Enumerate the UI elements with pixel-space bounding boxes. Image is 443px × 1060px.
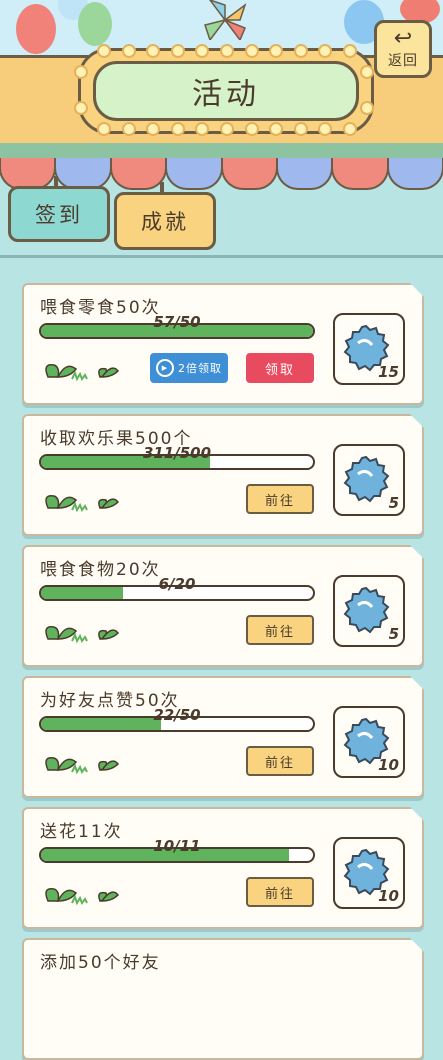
marquee-bulb xyxy=(360,101,374,115)
marquee-bulb xyxy=(269,122,284,136)
back-arrow-icon: ↩ xyxy=(393,26,413,51)
progress-text: 311/500 xyxy=(142,444,212,462)
go-button[interactable]: 前往 xyxy=(246,746,314,776)
reward-box: 15 xyxy=(333,313,405,385)
marquee-bulb xyxy=(360,65,374,79)
claim-button[interactable]: 领取 xyxy=(246,353,314,383)
progress-text: 10/11 xyxy=(153,837,201,855)
marquee-bulb xyxy=(343,44,357,58)
title-sign: 活动 xyxy=(74,44,374,136)
bottle-cap-icon xyxy=(343,455,390,503)
back-button[interactable]: ↩ 返回 xyxy=(374,20,432,78)
reward-box: 10 xyxy=(333,706,405,778)
task-board: 喂食零食50次 57/50 ▶ 2倍领取 领取 15 收取欢乐果500个 311… xyxy=(0,255,443,1060)
marquee-bulb xyxy=(170,122,185,136)
reward-box: 5 xyxy=(333,444,405,516)
play-video-icon: ▶ xyxy=(156,359,174,377)
reward-box: 10 xyxy=(333,837,405,909)
marquee-bulb xyxy=(146,44,161,58)
marquee-bulb xyxy=(244,122,259,136)
progress-text: 57/50 xyxy=(153,313,201,331)
double-claim-button[interactable]: ▶ 2倍领取 xyxy=(150,353,228,383)
reward-quantity: 10 xyxy=(378,756,399,774)
marquee-bulb xyxy=(195,122,210,136)
marquee-bulb xyxy=(170,44,185,58)
sprout-icon xyxy=(45,495,119,513)
reward-quantity: 5 xyxy=(388,625,399,643)
task-card: 喂食食物20次 6/20 前往 5 xyxy=(22,545,424,667)
marquee-bulb xyxy=(121,44,136,58)
progress-text: 22/50 xyxy=(153,706,201,724)
reward-quantity: 15 xyxy=(378,363,399,381)
marquee-bulb xyxy=(293,122,308,136)
balloon-decoration xyxy=(16,4,56,54)
marquee-bulb xyxy=(269,44,284,58)
marquee-bulb xyxy=(220,122,234,136)
marquee-bulb xyxy=(195,44,210,58)
reward-quantity: 10 xyxy=(378,887,399,905)
marquee-bulb xyxy=(146,122,161,136)
task-card: 收取欢乐果500个 311/500 前往 5 xyxy=(22,414,424,536)
marquee-bulb xyxy=(97,122,111,136)
sprout-icon xyxy=(45,888,119,906)
task-card: 添加50个好友 xyxy=(22,938,424,1060)
reward-quantity: 5 xyxy=(388,494,399,512)
sprout-icon xyxy=(45,364,119,382)
tab-achievements[interactable]: 成就 xyxy=(114,192,216,250)
bottle-cap-icon xyxy=(343,586,390,634)
marquee-bulb xyxy=(318,44,333,58)
go-button[interactable]: 前往 xyxy=(246,484,314,514)
marquee-bulb xyxy=(220,44,234,58)
task-card: 送花11次 10/11 前往 10 xyxy=(22,807,424,929)
progress-text: 6/20 xyxy=(158,575,196,593)
task-card: 为好友点赞50次 22/50 前往 10 xyxy=(22,676,424,798)
page-title: 活动 xyxy=(93,61,359,121)
marquee-bulb xyxy=(74,65,88,79)
back-button-label: 返回 xyxy=(388,53,418,69)
go-button[interactable]: 前往 xyxy=(246,615,314,645)
sprout-icon xyxy=(45,626,119,644)
marquee-bulb xyxy=(97,44,111,58)
task-title: 添加50个好友 xyxy=(40,953,161,973)
marquee-bulb xyxy=(121,122,136,136)
go-button[interactable]: 前往 xyxy=(246,877,314,907)
sprout-icon xyxy=(45,757,119,775)
marquee-bulb xyxy=(343,122,357,136)
balloon-decoration xyxy=(78,2,112,46)
marquee-bulb xyxy=(74,101,88,115)
double-claim-label: 2倍领取 xyxy=(178,362,222,375)
marquee-bulb xyxy=(293,44,308,58)
reward-box: 5 xyxy=(333,575,405,647)
pinwheel-icon xyxy=(204,0,247,40)
tab-signin[interactable]: 签到 xyxy=(8,186,110,242)
marquee-bulb xyxy=(244,44,259,58)
task-card: 喂食零食50次 57/50 ▶ 2倍领取 领取 15 xyxy=(22,283,424,405)
marquee-bulb xyxy=(318,122,333,136)
